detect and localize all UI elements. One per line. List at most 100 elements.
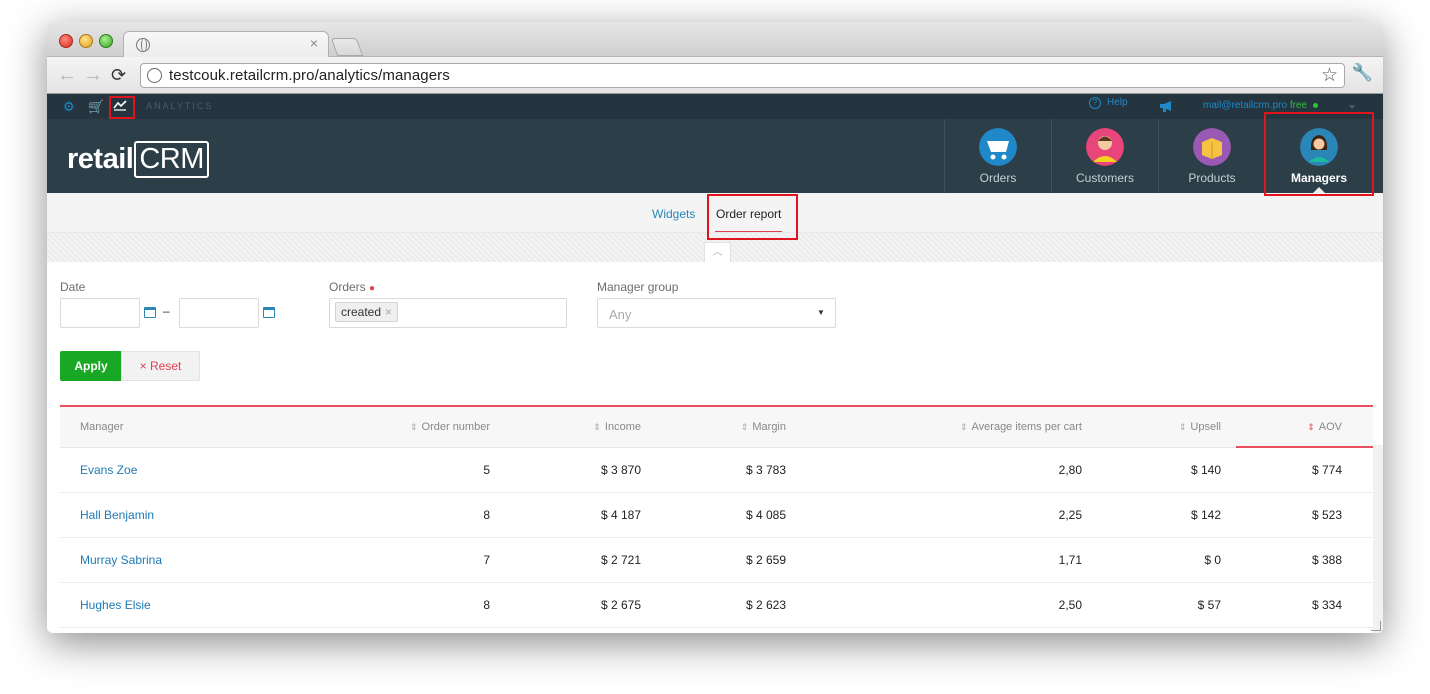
scrollbar[interactable] [1373,445,1383,633]
bookmark-star-icon[interactable]: ☆ [1321,64,1338,87]
crm-header: retail CRM Orders Customers Products Mana… [47,119,1383,193]
column-header-income[interactable]: ⇕ Income [593,421,641,433]
back-button[interactable]: ← [57,63,77,87]
income-cell: $ 3 870 [600,463,641,477]
orders-cart-icon [979,128,1017,166]
online-status-dot [1313,102,1319,108]
manager-link[interactable]: Hughes Elsie [80,598,151,612]
highlight-managers-nav [1264,112,1374,196]
account-menu[interactable]: mail@retailcrm.pro free [1203,100,1319,111]
chip-remove-button[interactable]: × [385,305,392,319]
maximize-window-button[interactable] [99,34,113,48]
manager-link[interactable]: Hall Benjamin [80,508,154,522]
browser-tab[interactable]: × [123,31,329,58]
highlight-order-report-tab [707,194,798,240]
sort-icon: ⇕ [593,422,601,432]
order-number-cell: 5 [483,463,490,477]
calendar-icon[interactable] [144,307,156,318]
help-label: Help [1107,97,1128,108]
manager-group-select[interactable] [597,298,836,328]
aov-cell: $ 334 [1311,598,1342,612]
order-number-cell: 7 [483,553,490,567]
date-label: Date [60,280,86,294]
browser-window: × ← → ⟳ testcouk.retailcrm.pro/analytics… [47,22,1383,633]
calendar-icon[interactable] [263,307,275,318]
column-label: Average items per cart [971,421,1082,433]
wrench-icon[interactable]: 🔧 [1352,63,1373,83]
orders-label: Orders ● [329,280,375,294]
date-to-input[interactable] [179,298,259,328]
tab-close-button[interactable]: × [310,35,318,51]
reset-button[interactable]: × Reset [121,351,200,381]
table-row: Hughes Elsie 8 $ 2 675 $ 2 623 2,50 $ 57… [60,583,1373,628]
column-label: Margin [752,421,786,433]
manager-link[interactable]: Murray Sabrina [80,553,162,567]
column-header-aov[interactable]: ⇕ AOV [1307,421,1342,433]
megaphone-icon[interactable] [1159,100,1175,112]
date-from-input[interactable] [60,298,140,328]
chip-label: created [341,305,382,319]
sort-icon: ⇕ [409,422,418,432]
upsell-cell: $ 0 [1204,553,1221,567]
column-header-manager[interactable]: Manager [80,421,123,433]
cart-icon[interactable]: 🛒 [88,94,104,119]
orders-label-text: Orders [329,280,366,294]
order-number-cell: 8 [483,508,490,522]
margin-cell: $ 2 659 [745,553,786,567]
address-bar[interactable]: testcouk.retailcrm.pro/analytics/manager… [140,63,1345,88]
browser-toolbar: ← → ⟳ testcouk.retailcrm.pro/analytics/m… [47,57,1383,94]
forward-button[interactable]: → [83,63,103,87]
income-cell: $ 4 187 [600,508,641,522]
nav-customers-label: Customers [1075,171,1134,185]
column-label: Income [604,421,641,433]
reset-label: Reset [150,359,182,373]
aov-cell: $ 523 [1311,508,1342,522]
column-label: Manager [80,421,124,433]
upsell-cell: $ 142 [1190,508,1221,522]
column-label: Upsell [1190,421,1221,433]
manager-link[interactable]: Evans Zoe [80,463,137,477]
dropdown-caret-icon: ▼ [817,308,825,317]
income-cell: $ 2 675 [600,598,641,612]
column-header-margin[interactable]: ⇕ Margin [741,421,786,433]
nav-orders-label: Orders [979,171,1017,185]
nav-products-label: Products [1188,171,1236,185]
resize-handle[interactable] [1371,621,1381,631]
status-chip-created: created × [335,302,399,322]
column-header-upsell[interactable]: ⇕ Upsell [1179,421,1221,433]
user-email: mail@retailcrm.pro [1203,100,1288,111]
column-header-order-number[interactable]: ⇕ Order number [410,421,490,433]
sort-icon: ⇕ [959,422,968,432]
minimize-window-button[interactable] [79,34,93,48]
tab-widgets[interactable]: Widgets [652,207,695,221]
avg-items-cell: 2,80 [1058,463,1082,477]
nav-customers[interactable]: Customers [1051,119,1158,193]
avg-items-cell: 2,25 [1058,508,1082,522]
plan-label: free [1289,100,1308,111]
table-header: Manager ⇕ Order number ⇕ Income ⇕ Margin ⇕ A… [60,407,1373,448]
chevron-down-icon[interactable]: ⌄ [1347,97,1357,111]
apply-button[interactable]: Apply [60,351,122,381]
gear-icon[interactable]: ⚙ [63,94,75,119]
highlight-analytics-icon [109,96,135,119]
sort-icon: ⇕ [1307,422,1315,432]
nav-products[interactable]: Products [1158,119,1265,193]
question-circle-icon: ? [1089,97,1101,109]
crm-topbar: ⚙ 🛒 ANALYTICS ? Help mail@retailcrm.pro f… [47,94,1383,119]
new-tab-button[interactable] [330,38,364,56]
help-link[interactable]: ? Help [1089,97,1128,109]
close-icon: × [139,359,147,373]
margin-cell: $ 4 085 [745,508,786,522]
retailcrm-logo[interactable]: retail CRM [67,141,209,178]
collapse-filters-button[interactable]: ︿ [704,242,731,262]
nav-orders[interactable]: Orders [944,119,1051,193]
reload-button[interactable]: ⟳ [111,63,126,87]
date-separator: – [163,304,170,318]
upsell-cell: $ 57 [1197,598,1221,612]
column-label: Order number [421,421,490,433]
margin-cell: $ 3 783 [745,463,786,477]
close-window-button[interactable] [59,34,73,48]
avg-items-cell: 2,50 [1058,598,1082,612]
income-cell: $ 2 721 [600,553,641,567]
column-header-average-items[interactable]: ⇕ Average items per cart [960,421,1082,433]
